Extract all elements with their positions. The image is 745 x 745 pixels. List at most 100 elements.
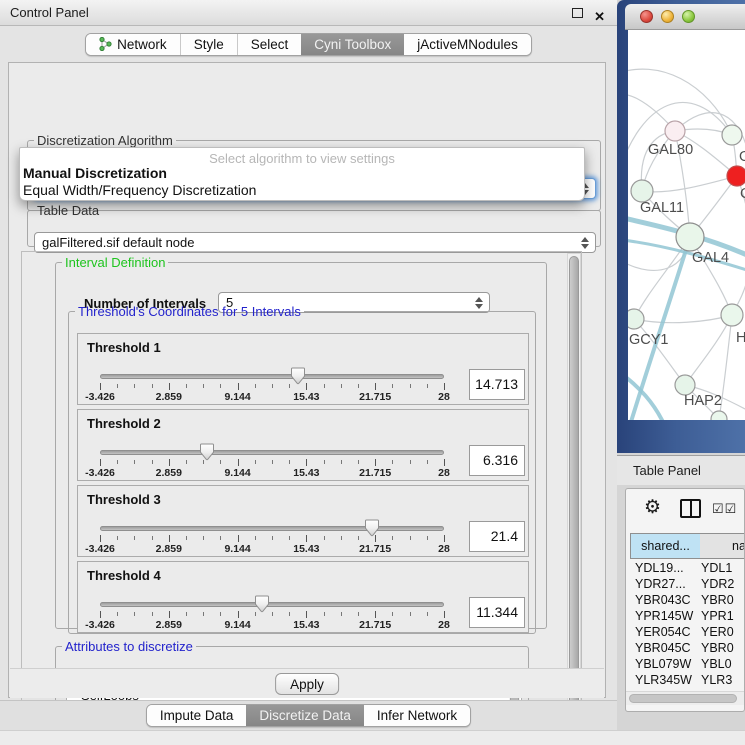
tab-infer-network[interactable]: Infer Network	[364, 705, 470, 726]
tab-style[interactable]: Style	[180, 34, 237, 55]
table-row[interactable]: YER054CYER0	[626, 625, 745, 641]
scale-label: -3.426	[85, 543, 115, 555]
control-panel-titlebar: Control Panel ✕	[0, 0, 617, 26]
scale-label: 15.43	[293, 467, 319, 479]
dropdown-option-manual[interactable]: Manual Discretization	[20, 165, 584, 182]
column-header-shared-name[interactable]: shared...	[630, 533, 701, 559]
threshold-slider[interactable]: -3.4262.8599.14415.4321.71528	[100, 334, 444, 406]
scrollbar-thumb[interactable]	[569, 256, 579, 718]
network-edge[interactable]	[634, 315, 732, 323]
algorithm-dropdown: Select algorithm to view settings Manual…	[19, 147, 585, 201]
zoom-traffic-light-icon[interactable]	[682, 10, 695, 23]
bottom-strip	[0, 730, 617, 745]
network-node-label: C	[740, 186, 745, 202]
network-node-label: GCY1	[629, 332, 669, 348]
minimize-traffic-light-icon[interactable]	[661, 10, 674, 23]
slider-ticks	[100, 459, 444, 467]
scrollbar-thumb[interactable]	[629, 694, 737, 703]
threshold-slider[interactable]: -3.4262.8599.14415.4321.71528	[100, 562, 444, 634]
network-node[interactable]	[628, 309, 644, 329]
table-row[interactable]: YBL079WYBL0	[626, 657, 745, 673]
threshold-slider[interactable]: -3.4262.8599.14415.4321.71528	[100, 486, 444, 558]
network-node-label: GAL4	[692, 250, 729, 266]
interval-definition-group: Interval Definition Number of Intervals …	[55, 255, 547, 629]
apply-button[interactable]: Apply	[275, 673, 339, 695]
table-data-select[interactable]: galFiltered.sif default node	[34, 232, 596, 253]
tab-discretize-data[interactable]: Discretize Data	[246, 705, 364, 726]
dropdown-option-equal-width[interactable]: Equal Width/Frequency Discretization	[20, 182, 584, 199]
scale-label: -3.426	[85, 391, 115, 403]
network-window-titlebar[interactable]	[625, 4, 745, 30]
network-node[interactable]	[722, 125, 742, 145]
tab-group: Network Style Select Cyni Toolbox jActiv…	[85, 33, 532, 56]
slider-track[interactable]	[100, 374, 444, 379]
scale-label: 21.715	[359, 543, 391, 555]
close-traffic-light-icon[interactable]	[640, 10, 653, 23]
network-node[interactable]	[676, 223, 704, 251]
thresholds-group: Threshold's Coordinates for 5 Intervals …	[68, 304, 536, 634]
tab-network[interactable]: Network	[86, 34, 180, 55]
network-icon	[99, 37, 112, 51]
network-canvas[interactable]: GAL80GCGAL11GAL4GCY1HHAP2	[628, 30, 745, 420]
table-panel-toolbar: ⚙ ☑☑	[626, 489, 745, 529]
network-node-label: GAL11	[640, 200, 684, 216]
table-horizontal-scrollbar[interactable]	[626, 691, 745, 705]
tab-impute-data[interactable]: Impute Data	[147, 705, 247, 726]
slider-scale: -3.4262.8599.14415.4321.71528	[100, 619, 444, 631]
slider-track[interactable]	[100, 450, 444, 455]
network-node[interactable]	[675, 375, 695, 395]
panel-vertical-scrollbar[interactable]	[567, 253, 581, 727]
threshold-value-field[interactable]: 6.316	[469, 445, 525, 476]
threshold-slider[interactable]: -3.4262.8599.14415.4321.71528	[100, 410, 444, 482]
scale-label: 28	[438, 467, 450, 479]
threshold-box: Threshold 4-3.4262.8599.14415.4321.71528…	[77, 561, 529, 633]
network-edge[interactable]	[634, 237, 690, 319]
slider-scale: -3.4262.8599.14415.4321.71528	[100, 467, 444, 479]
table-row[interactable]: YPR145WYPR1	[626, 609, 745, 625]
bottom-tab-bar: Impute Data Discretize Data Infer Networ…	[0, 700, 617, 730]
network-edge[interactable]	[642, 176, 737, 192]
gear-icon[interactable]: ⚙	[644, 496, 661, 519]
attributes-title: Attributes to discretize	[62, 639, 196, 654]
interval-definition-title: Interval Definition	[62, 255, 168, 270]
scale-label: 28	[438, 391, 450, 403]
network-node[interactable]	[711, 411, 727, 420]
application: Control Panel ✕ Network Style Select Cyn…	[0, 0, 745, 745]
scale-label: 21.715	[359, 467, 391, 479]
scale-label: 28	[438, 619, 450, 631]
split-table-icon[interactable]	[680, 499, 701, 518]
dropdown-hint: Select algorithm to view settings	[20, 148, 584, 165]
threshold-box: Threshold 2-3.4262.8599.14415.4321.71528…	[77, 409, 529, 481]
slider-track[interactable]	[100, 602, 444, 607]
column-header-name[interactable]: na	[700, 533, 745, 559]
table-row[interactable]: YBR045CYBR0	[626, 641, 745, 657]
network-node-label: G	[739, 149, 745, 165]
table-row[interactable]: YLR345WYLR3	[626, 673, 745, 685]
threshold-value-field[interactable]: 21.4	[469, 521, 525, 552]
bottom-tab-group: Impute Data Discretize Data Infer Networ…	[146, 704, 471, 727]
table-panel-title: Table Panel	[633, 463, 701, 478]
table-row[interactable]: YDL19...YDL1	[626, 561, 745, 577]
network-node[interactable]	[631, 180, 653, 202]
network-node[interactable]	[721, 304, 743, 326]
cyni-toolbox-panel: Discretization Algorithm Table Data galF…	[8, 62, 606, 698]
table-data-title: Table Data	[34, 203, 102, 218]
combo-arrows-icon	[581, 236, 589, 250]
table-row[interactable]: YDR27...YDR2	[626, 577, 745, 593]
tab-cyni-toolbox[interactable]: Cyni Toolbox	[301, 34, 404, 55]
tab-jactivemnodules[interactable]: jActiveMNodules	[404, 34, 531, 55]
thresholds-title: Threshold's Coordinates for 5 Intervals	[75, 304, 304, 319]
threshold-value-field[interactable]: 14.713	[469, 369, 525, 400]
table-column-headers: shared... na	[626, 533, 745, 559]
scale-label: 15.43	[293, 619, 319, 631]
tab-select[interactable]: Select	[237, 34, 302, 55]
float-window-icon[interactable]	[572, 8, 583, 18]
slider-track[interactable]	[100, 526, 444, 531]
table-row[interactable]: YBR043CYBR0	[626, 593, 745, 609]
network-node[interactable]	[727, 166, 745, 186]
right-bottom-strip	[617, 730, 745, 745]
threshold-value-field[interactable]: 11.344	[469, 597, 525, 628]
checkbox-icons[interactable]: ☑☑	[712, 501, 737, 517]
slider-ticks	[100, 383, 444, 391]
network-node[interactable]	[665, 121, 685, 141]
